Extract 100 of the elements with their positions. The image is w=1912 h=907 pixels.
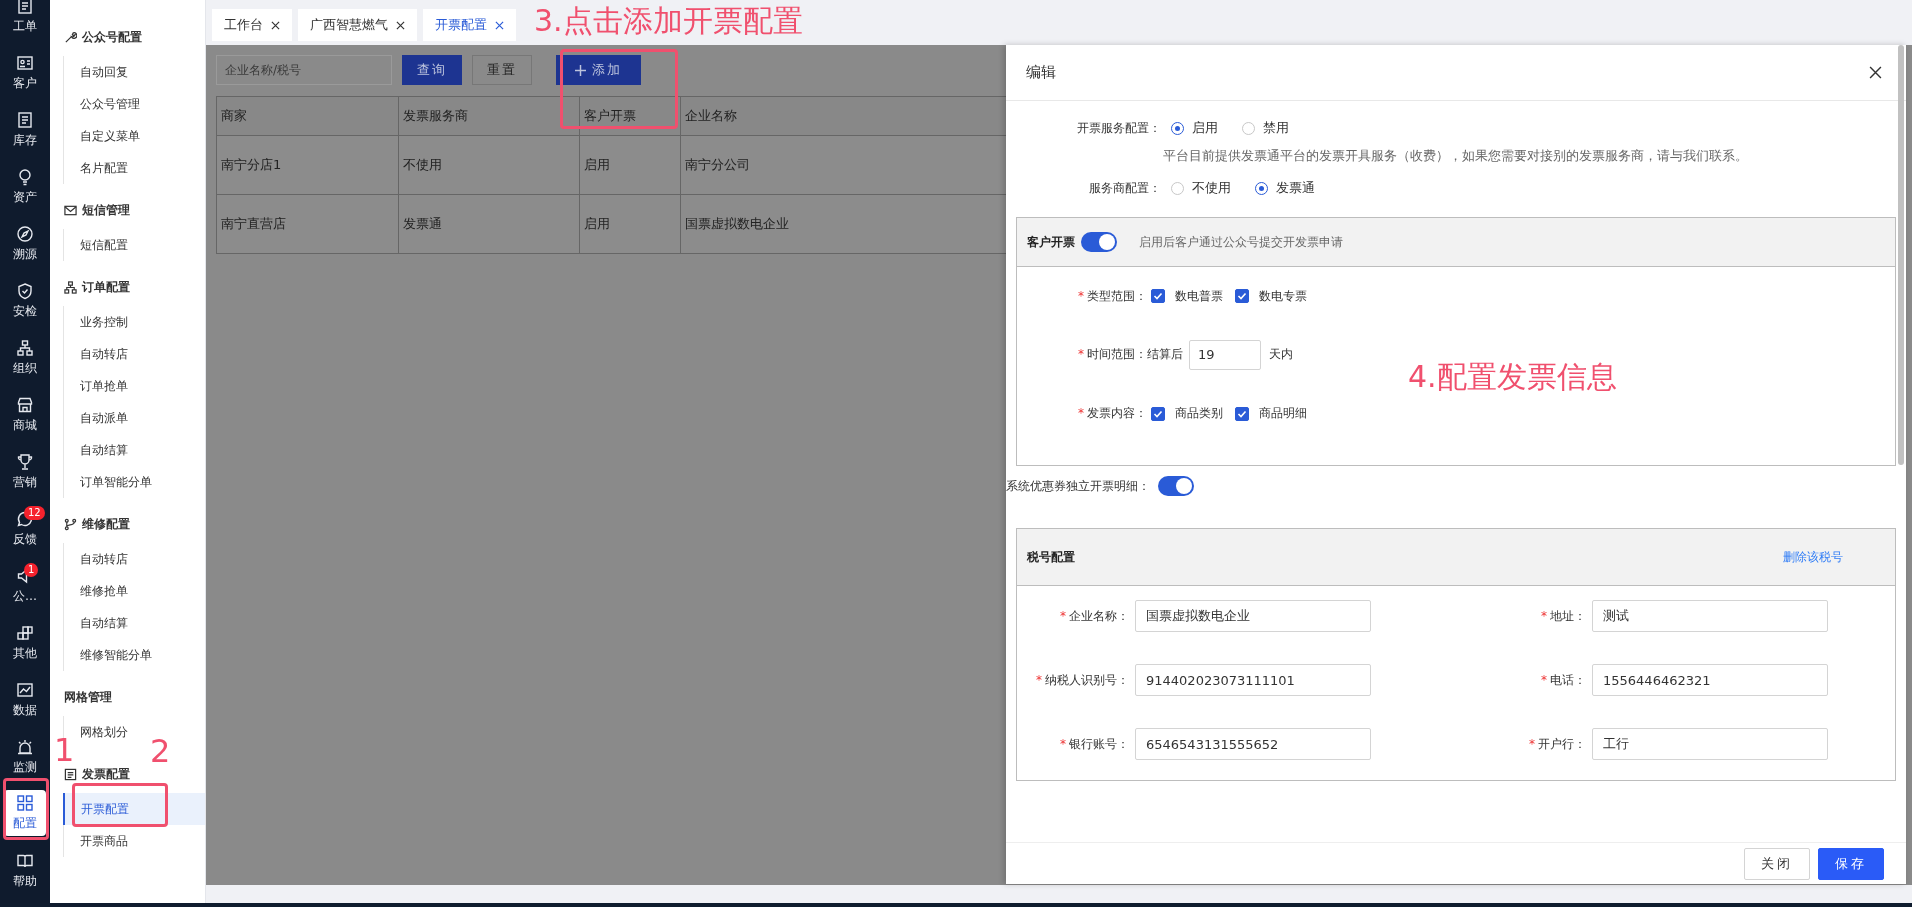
submenu-item[interactable]: 自动结算 <box>64 434 134 466</box>
field-label: * 发票内容： <box>1077 405 1147 423</box>
mail-icon <box>64 203 77 217</box>
page-tab[interactable]: 广西智慧燃气 <box>298 9 417 41</box>
checkbox-option[interactable]: 商品明细 <box>1235 405 1307 423</box>
required-mark: * <box>1541 672 1547 687</box>
submenu-item[interactable]: 维修智能分单 <box>64 639 158 671</box>
page-tab[interactable]: 开票配置 <box>423 9 516 41</box>
page-tab[interactable]: 工作台 <box>212 9 292 41</box>
field-label: * 地址： <box>1540 607 1586 625</box>
field-label: 系统优惠券独立开票明细： <box>1006 477 1150 495</box>
column-header: 商家 <box>216 96 399 136</box>
radio-option[interactable]: 不使用 <box>1171 179 1231 197</box>
submenu-item[interactable]: 自动转店 <box>64 543 134 575</box>
input-suffix: 天内 <box>1269 346 1293 364</box>
org-icon <box>64 280 77 294</box>
card-icon <box>16 53 34 72</box>
field-label: * 类型范围： <box>1077 287 1147 305</box>
toolbar-button[interactable]: 重置 <box>472 55 532 85</box>
submenu-item[interactable]: 名片配置 <box>64 152 134 184</box>
nav-item[interactable]: 安检 <box>4 272 46 329</box>
nav-item[interactable]: 公… 1 <box>4 557 46 614</box>
submenu-item[interactable]: 开票商品 <box>64 825 134 857</box>
toolbar-button[interactable]: 查询 <box>402 55 462 85</box>
nav-item[interactable]: 反馈 12 <box>4 500 46 557</box>
required-mark: * <box>1078 347 1084 362</box>
check-icon <box>1153 408 1163 419</box>
nav-item[interactable]: 其他 <box>4 614 46 671</box>
alarm-icon <box>16 737 34 756</box>
submenu-item[interactable]: 订单抢单 <box>64 370 134 402</box>
annotation-label: 1 <box>54 733 75 769</box>
shield-icon <box>16 281 34 300</box>
input-prefix: 结算后 <box>1147 346 1183 364</box>
chart-icon <box>16 680 34 699</box>
radio-option[interactable]: 启用 <box>1171 119 1218 137</box>
menu-group-title: 短信管理 <box>82 201 130 219</box>
table-cell: 南宁分店1 <box>216 135 399 195</box>
text-input[interactable]: 6546543131555652 <box>1135 728 1371 760</box>
submenu-item[interactable]: 业务控制 <box>64 306 134 338</box>
scrollbar[interactable] <box>1898 45 1904 465</box>
compass-icon <box>16 224 34 243</box>
delete-link[interactable]: 删除该税号 <box>1783 548 1843 566</box>
nav-item[interactable]: 溯源 <box>4 215 46 272</box>
submenu-item[interactable]: 自定义菜单 <box>64 120 146 152</box>
radio-option[interactable]: 禁用 <box>1242 119 1289 137</box>
nav-item[interactable]: 工单 <box>4 0 46 44</box>
check-icon <box>1237 291 1247 302</box>
submenu-item[interactable]: 自动派单 <box>64 402 134 434</box>
submenu-item[interactable]: 维修抢单 <box>64 575 134 607</box>
nav-item[interactable]: 库存 <box>4 101 46 158</box>
close-icon[interactable] <box>396 20 405 30</box>
check-icon <box>1153 291 1163 302</box>
nav-item[interactable]: 数据 <box>4 671 46 728</box>
nav-item[interactable]: 帮助 <box>4 842 46 899</box>
submenu-item[interactable]: 自动转店 <box>64 338 134 370</box>
shop-icon <box>16 395 34 414</box>
nav-item[interactable]: 组织 <box>4 329 46 386</box>
field-label: * 电话： <box>1540 671 1586 689</box>
checkbox-option[interactable]: 数电普票 <box>1151 287 1223 305</box>
text-input[interactable]: 914402023073111101 <box>1135 664 1371 696</box>
nav-item[interactable]: 资产 <box>4 158 46 215</box>
submenu-item[interactable]: 开票配置 <box>63 793 205 825</box>
field-label: * 时间范围： <box>1077 346 1147 364</box>
text-input[interactable]: 测试 <box>1592 600 1828 632</box>
footer-button[interactable]: 关闭 <box>1744 847 1810 880</box>
column-header: 发票服务商 <box>398 96 580 136</box>
close-icon[interactable] <box>495 20 504 30</box>
days-input[interactable]: 19 <box>1189 340 1261 370</box>
footer-button[interactable]: 保存 <box>1818 847 1884 880</box>
toolbar-button[interactable]: 添加 <box>556 55 641 85</box>
text-input[interactable]: 1556446462321 <box>1592 664 1828 696</box>
submenu-item[interactable]: 订单智能分单 <box>64 466 158 498</box>
branch-icon <box>64 517 77 531</box>
search-field[interactable]: 企业名称/税号 <box>216 55 392 85</box>
radio-option[interactable]: 发票通 <box>1255 179 1315 197</box>
menu-group-title: 订单配置 <box>82 278 130 296</box>
submenu-item[interactable]: 自动结算 <box>64 607 134 639</box>
annotation-label: 3.点击添加开票配置 <box>534 4 803 37</box>
nav-item[interactable]: 商城 <box>4 386 46 443</box>
submenu-item[interactable]: 短信配置 <box>64 229 134 261</box>
check-icon <box>1237 408 1247 419</box>
org-icon <box>16 338 34 357</box>
toggle-switch[interactable] <box>1158 476 1194 496</box>
nav-item[interactable]: 营销 <box>4 443 46 500</box>
close-icon[interactable] <box>271 20 280 30</box>
close-icon[interactable] <box>1869 66 1882 79</box>
checkbox-option[interactable]: 商品类别 <box>1151 405 1223 423</box>
submenu-item[interactable]: 自动回复 <box>64 56 134 88</box>
nav-item[interactable]: 监测 <box>4 728 46 785</box>
text-input[interactable]: 国票虚拟数电企业 <box>1135 600 1371 632</box>
submenu-item[interactable]: 公众号管理 <box>64 88 146 120</box>
table-cell: 启用 <box>579 194 681 254</box>
text-input[interactable]: 工行 <box>1592 728 1828 760</box>
grid-icon <box>16 794 34 812</box>
checkbox-option[interactable]: 数电专票 <box>1235 287 1307 305</box>
nav-item[interactable]: 配置 <box>4 790 46 836</box>
nav-item[interactable]: 客户 <box>4 44 46 101</box>
toggle-switch[interactable] <box>1081 232 1117 252</box>
field-label: * 纳税人识别号： <box>1035 671 1129 689</box>
field-label: * 企业名称： <box>1059 607 1129 625</box>
